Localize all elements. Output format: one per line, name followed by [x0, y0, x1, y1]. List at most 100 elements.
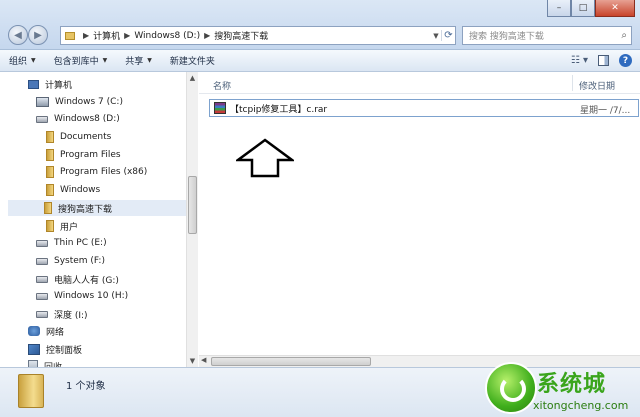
organize-label: 组织: [9, 57, 28, 67]
maximize-button[interactable]: □: [571, 0, 595, 17]
scrollbar-thumb[interactable]: [188, 176, 197, 234]
folder-icon: [46, 149, 54, 161]
search-placeholder[interactable]: 搜索 搜狗高速下载: [469, 29, 544, 42]
up-arrow-annotation-icon: [236, 138, 294, 178]
nav-item-label: Windows8 (D:): [54, 114, 120, 124]
nav-item-drive-d[interactable]: Windows8 (D:): [36, 111, 120, 127]
power-logo-icon: [485, 362, 537, 414]
nav-item-network[interactable]: 网络: [28, 323, 64, 339]
file-date-modified: 星期一 /7/...: [580, 106, 631, 116]
drive-icon: [36, 292, 48, 300]
breadcrumb-separator-icon[interactable]: ▶: [83, 31, 89, 40]
nav-item-sogou-downloads[interactable]: 搜狗高速下载: [8, 200, 188, 216]
watermark-text: 系统城: [537, 371, 607, 397]
view-options-icon[interactable]: ☷ ▾: [571, 55, 588, 66]
scroll-left-icon[interactable]: ◀: [201, 356, 206, 364]
nav-item-label: 搜狗高速下载: [58, 204, 113, 215]
title-bar: – □ ✕ ◀ ▶ ▶ 计算机 ▶ Windows8 (D:) ▶ 搜狗高速下载…: [0, 0, 640, 50]
breadcrumb-computer[interactable]: 计算机: [93, 29, 120, 42]
address-dropdown-icon[interactable]: ▼: [431, 32, 441, 40]
include-in-library-menu[interactable]: 包含到库中 ▼: [45, 54, 117, 67]
help-icon[interactable]: ?: [619, 54, 632, 67]
minimize-button[interactable]: –: [547, 0, 571, 17]
drive-icon: [36, 239, 48, 247]
search-icon[interactable]: ⌕: [621, 30, 627, 41]
nav-item-drive-e[interactable]: Thin PC (E:): [36, 235, 107, 251]
nav-item-drive-h[interactable]: Windows 10 (H:): [36, 288, 128, 304]
nav-item-label: Windows: [60, 185, 101, 195]
folder-icon: [46, 131, 54, 143]
item-count: 1 个对象: [66, 381, 106, 392]
breadcrumb-separator-icon[interactable]: ▶: [124, 31, 130, 40]
file-name: 【tcpip修复工具】c.rar: [230, 104, 328, 115]
chevron-down-icon: ▼: [31, 57, 36, 64]
new-folder-button[interactable]: 新建文件夹: [161, 54, 224, 67]
nav-item-computer[interactable]: 计算机: [28, 76, 72, 92]
nav-item-label: Documents: [60, 132, 112, 142]
nav-item-drive-c[interactable]: Windows 7 (C:): [36, 94, 123, 110]
back-button[interactable]: ◀: [8, 25, 28, 45]
nav-item-recycle-bin[interactable]: 回收: [28, 358, 62, 367]
nav-item-drive-i[interactable]: 深度 (I:): [36, 306, 88, 322]
close-button[interactable]: ✕: [595, 0, 635, 17]
folder-icon: [46, 166, 54, 178]
scroll-up-icon[interactable]: ▲: [187, 72, 198, 84]
address-bar[interactable]: ▶ 计算机 ▶ Windows8 (D:) ▶ 搜狗高速下载 ▼ ⟳: [60, 26, 456, 45]
nav-item-users[interactable]: 用户: [46, 218, 78, 234]
column-header: 名称 修改日期: [199, 72, 640, 94]
back-arrow-icon: ◀: [14, 29, 22, 41]
file-row[interactable]: 【tcpip修复工具】c.rar 星期一 /7/...: [209, 99, 639, 117]
breadcrumb-drive[interactable]: Windows8 (D:): [134, 31, 200, 41]
organize-menu[interactable]: 组织 ▼: [0, 54, 45, 67]
breadcrumb-separator-icon[interactable]: ▶: [204, 31, 210, 40]
nav-item-label: Windows 10 (H:): [54, 291, 129, 301]
include-in-library-label: 包含到库中: [53, 57, 99, 67]
column-divider[interactable]: [572, 75, 573, 91]
folder-icon: [46, 184, 54, 196]
chevron-down-icon: ▼: [147, 57, 152, 64]
navigation-pane: 计算机 Windows 7 (C:) Windows8 (D:) Documen…: [0, 72, 198, 367]
navigation-scrollbar[interactable]: ▲ ▼: [186, 72, 198, 367]
preview-pane-icon[interactable]: [598, 55, 609, 66]
nav-item-documents[interactable]: Documents: [46, 129, 111, 145]
recycle-bin-icon: [28, 360, 38, 367]
drive-icon: [36, 115, 48, 123]
nav-item-drive-g[interactable]: 电脑人人有 (G:): [36, 271, 119, 287]
column-header-name[interactable]: 名称: [213, 79, 231, 92]
nav-item-label: Windows 7 (C:): [55, 97, 123, 107]
nav-item-label: 回收: [44, 360, 62, 368]
system-drive-icon: [36, 97, 49, 107]
share-label: 共享: [125, 57, 144, 67]
drive-icon: [36, 310, 48, 318]
nav-item-drive-f[interactable]: System (F:): [36, 253, 105, 269]
forward-arrow-icon: ▶: [34, 29, 42, 41]
folder-icon: [46, 220, 54, 232]
nav-item-label: Program Files: [60, 150, 121, 160]
window-controls: – □ ✕: [547, 0, 635, 17]
watermark-logo: 系统城 xitongcheng.com: [485, 362, 635, 417]
column-header-date-modified[interactable]: 修改日期: [579, 79, 615, 92]
nav-item-program-files[interactable]: Program Files: [46, 147, 121, 163]
nav-item-control-panel[interactable]: 控制面板: [28, 341, 82, 357]
breadcrumb-current-folder[interactable]: 搜狗高速下载: [214, 29, 268, 42]
folder-icon: [18, 374, 44, 408]
nav-item-label: Program Files (x86): [60, 167, 148, 177]
nav-item-label: Thin PC (E:): [54, 238, 107, 248]
refresh-icon[interactable]: ⟳: [441, 30, 455, 41]
nav-item-label: System (F:): [54, 256, 105, 266]
share-menu[interactable]: 共享 ▼: [116, 54, 161, 67]
nav-item-label: 控制面板: [46, 345, 83, 356]
nav-item-program-files-x86[interactable]: Program Files (x86): [46, 164, 147, 180]
scrollbar-thumb[interactable]: [211, 357, 371, 366]
file-list-pane: 名称 修改日期 【tcpip修复工具】c.rar 星期一 /7/...: [199, 72, 640, 367]
computer-icon: [28, 79, 39, 89]
command-bar: 组织 ▼ 包含到库中 ▼ 共享 ▼ 新建文件夹 ☷ ▾ ?: [0, 50, 640, 72]
nav-item-label: 网络: [46, 327, 65, 338]
scroll-down-icon[interactable]: ▼: [187, 355, 198, 367]
search-box[interactable]: 搜索 搜狗高速下载 ⌕: [462, 26, 632, 45]
drive-icon: [36, 275, 48, 283]
forward-button[interactable]: ▶: [28, 25, 48, 45]
rar-archive-icon: [214, 102, 226, 114]
nav-item-windows[interactable]: Windows: [46, 182, 100, 198]
nav-item-label: 深度 (I:): [54, 310, 88, 321]
